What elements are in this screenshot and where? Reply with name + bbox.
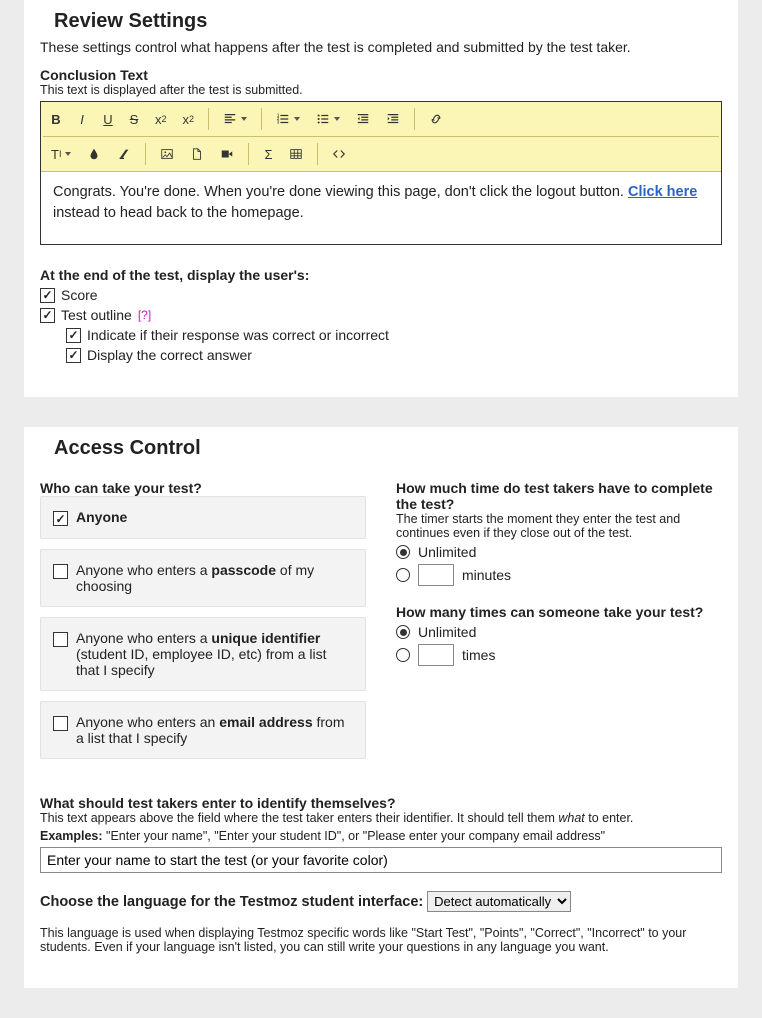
indent-button[interactable] [378, 106, 408, 132]
editor-text-post: instead to head back to the homepage. [53, 205, 304, 221]
indicate-label: Indicate if their response was correct o… [87, 327, 389, 343]
conclusion-hint: This text is displayed after the test is… [40, 83, 722, 97]
language-select[interactable]: Detect automatically [427, 891, 571, 912]
image-button[interactable] [152, 141, 182, 167]
code-button[interactable] [324, 141, 354, 167]
anyone-checkbox[interactable] [53, 511, 68, 526]
unordered-list-button[interactable] [308, 106, 348, 132]
option-passcode[interactable]: Anyone who enters a passcode of my choos… [40, 549, 366, 607]
time-hint: The timer starts the moment they enter t… [396, 512, 722, 540]
email-checkbox[interactable] [53, 716, 68, 731]
subscript-button[interactable]: x2 [175, 106, 203, 132]
rich-text-editor: B I U S x2 x2 123 [40, 101, 722, 245]
option-unique-id[interactable]: Anyone who enters a unique identifier (s… [40, 617, 366, 691]
video-button[interactable] [212, 141, 242, 167]
ordered-list-button[interactable]: 123 [268, 106, 308, 132]
display-correct-label: Display the correct answer [87, 347, 252, 363]
option-email[interactable]: Anyone who enters an email address from … [40, 701, 366, 759]
align-button[interactable] [215, 106, 255, 132]
score-label: Score [61, 287, 98, 303]
time-column: How much time do test takers have to com… [396, 480, 722, 769]
option-anyone[interactable]: Anyone [40, 496, 366, 539]
access-control-panel: Access Control Who can take your test? A… [24, 427, 738, 988]
indicate-checkbox[interactable] [66, 328, 81, 343]
link-button[interactable] [421, 106, 451, 132]
identify-hint: This text appears above the field where … [40, 811, 722, 825]
identify-question: What should test takers enter to identif… [40, 795, 722, 811]
identify-examples: Examples: "Enter your name", "Enter your… [40, 829, 722, 843]
review-heading: Review Settings [40, 0, 722, 37]
attempts-question: How many times can someone take your tes… [396, 604, 722, 620]
who-question: Who can take your test? [40, 480, 366, 496]
outline-label: Test outline [61, 307, 132, 323]
time-minutes-radio[interactable] [396, 568, 410, 582]
anyone-label: Anyone [76, 509, 127, 525]
time-question: How much time do test takers have to com… [396, 480, 722, 512]
identify-input[interactable] [40, 847, 722, 873]
score-checkbox[interactable] [40, 288, 55, 303]
editor-text-pre: Congrats. You're done. When you're done … [53, 184, 628, 200]
times-label: times [462, 647, 495, 663]
editor-link[interactable]: Click here [628, 184, 697, 200]
file-button[interactable] [182, 141, 212, 167]
outdent-button[interactable] [348, 106, 378, 132]
bold-button[interactable]: B [43, 106, 69, 132]
who-column: Who can take your test? Anyone Anyone wh… [40, 480, 366, 769]
underline-button[interactable]: U [95, 106, 121, 132]
attempts-unlimited-label: Unlimited [418, 624, 476, 640]
minutes-input[interactable] [418, 564, 454, 586]
minutes-label: minutes [462, 567, 511, 583]
text-format-button[interactable]: TI [43, 141, 79, 167]
conclusion-label: Conclusion Text [40, 67, 722, 83]
formula-button[interactable]: Σ [255, 141, 281, 167]
editor-toolbar: B I U S x2 x2 123 [41, 102, 721, 172]
strike-button[interactable]: S [121, 106, 147, 132]
text-color-button[interactable] [79, 141, 109, 167]
time-unlimited-radio[interactable] [396, 545, 410, 559]
access-heading: Access Control [40, 427, 722, 464]
times-input[interactable] [418, 644, 454, 666]
attempts-times-radio[interactable] [396, 648, 410, 662]
review-settings-panel: Review Settings These settings control w… [24, 0, 738, 397]
attempts-unlimited-radio[interactable] [396, 625, 410, 639]
time-unlimited-label: Unlimited [418, 544, 476, 560]
display-correct-checkbox[interactable] [66, 348, 81, 363]
table-button[interactable] [281, 141, 311, 167]
superscript-button[interactable]: x2 [147, 106, 175, 132]
editor-content-area[interactable]: Congrats. You're done. When you're done … [41, 172, 721, 244]
unique-id-checkbox[interactable] [53, 632, 68, 647]
outline-help-icon[interactable]: [?] [138, 308, 151, 322]
clear-format-button[interactable] [109, 141, 139, 167]
passcode-checkbox[interactable] [53, 564, 68, 579]
language-hint: This language is used when displaying Te… [40, 926, 722, 954]
end-of-test-label: At the end of the test, display the user… [40, 267, 722, 283]
language-label: Choose the language for the Testmoz stud… [40, 894, 423, 910]
svg-text:3: 3 [277, 119, 280, 124]
italic-button[interactable]: I [69, 106, 95, 132]
outline-checkbox[interactable] [40, 308, 55, 323]
review-desc: These settings control what happens afte… [40, 39, 722, 55]
